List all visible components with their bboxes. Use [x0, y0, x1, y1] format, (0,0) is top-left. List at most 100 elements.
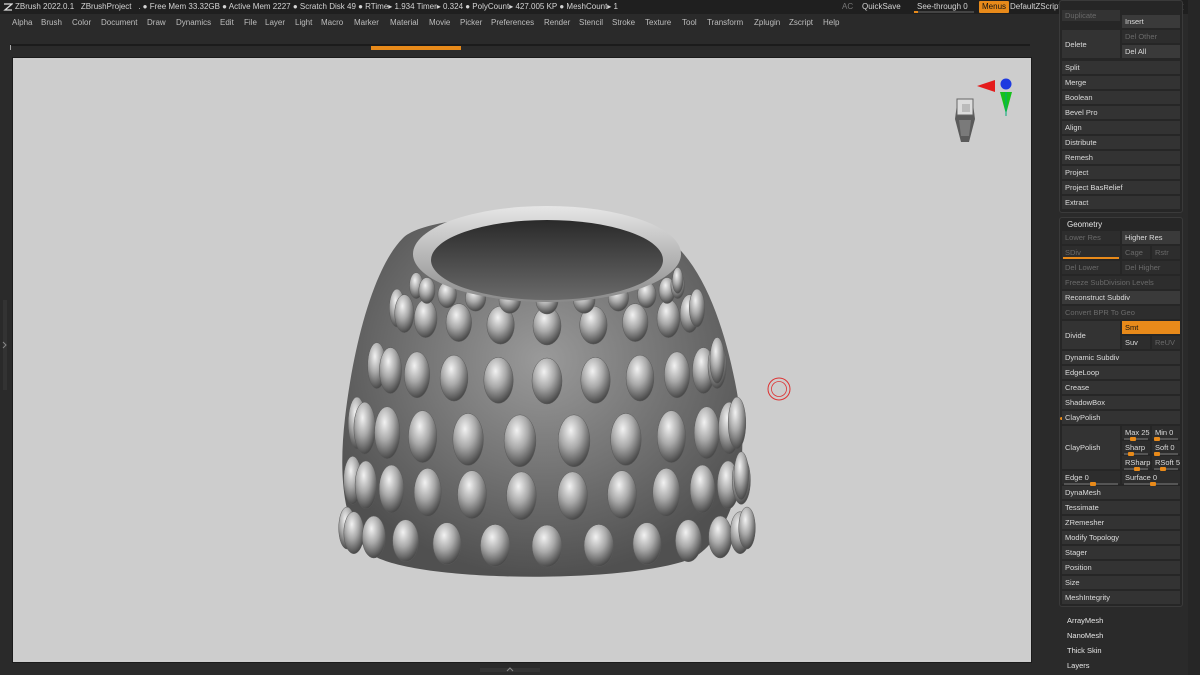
smt-toggle[interactable]: Smt: [1122, 321, 1180, 335]
mesh-lump: [506, 471, 537, 521]
menu-texture[interactable]: Texture: [645, 16, 671, 30]
reconstruct-subdiv-button[interactable]: Reconstruct Subdiv: [1062, 291, 1180, 305]
del-all-button[interactable]: Del All: [1122, 45, 1180, 59]
delete-button[interactable]: Delete: [1062, 30, 1120, 59]
menus-button[interactable]: Menus: [979, 1, 1010, 13]
boolean-button[interactable]: Boolean: [1062, 91, 1180, 105]
menu-brush[interactable]: Brush: [41, 16, 62, 30]
del-higher-button[interactable]: Del Higher: [1122, 261, 1180, 275]
rsoft-slider-track[interactable]: [1154, 467, 1178, 471]
menu-material[interactable]: Material: [390, 16, 418, 30]
sdiv-slider-track[interactable]: [1063, 257, 1119, 259]
canvas-viewport[interactable]: [12, 57, 1032, 663]
menu-color[interactable]: Color: [72, 16, 91, 30]
default-zscript-button[interactable]: DefaultZScript: [1010, 0, 1061, 14]
see-through-slider[interactable]: [914, 11, 974, 13]
menu-marker[interactable]: Marker: [354, 16, 379, 30]
crease-button[interactable]: Crease: [1062, 381, 1180, 395]
menu-alpha[interactable]: Alpha: [12, 16, 32, 30]
active-shelf-indicator[interactable]: [371, 46, 461, 50]
layers-subpalette[interactable]: Layers: [1067, 661, 1090, 670]
menu-render[interactable]: Render: [544, 16, 570, 30]
cage-button[interactable]: Cage: [1122, 246, 1150, 260]
quicksave-button[interactable]: QuickSave: [862, 0, 901, 14]
menu-stencil[interactable]: Stencil: [579, 16, 603, 30]
align-button[interactable]: Align: [1062, 121, 1180, 135]
menu-help[interactable]: Help: [823, 16, 839, 30]
mesh-lump: [374, 406, 401, 459]
menu-tool[interactable]: Tool: [682, 16, 697, 30]
arraymesh-subpalette[interactable]: ArrayMesh: [1067, 616, 1103, 625]
menu-zscript[interactable]: Zscript: [789, 16, 813, 30]
insert-button[interactable]: Insert: [1122, 15, 1180, 29]
menu-zplugin[interactable]: Zplugin: [754, 16, 780, 30]
del-other-button[interactable]: Del Other: [1122, 30, 1180, 44]
menu-transform[interactable]: Transform: [707, 16, 743, 30]
geometry-header[interactable]: Geometry: [1067, 220, 1102, 229]
surface-slider-track[interactable]: [1124, 482, 1178, 486]
mesh-lump: [689, 464, 716, 514]
modify-topology-subpalette[interactable]: Modify Topology: [1062, 531, 1180, 545]
menu-layer[interactable]: Layer: [265, 16, 285, 30]
nanomesh-subpalette[interactable]: NanoMesh: [1067, 631, 1103, 640]
right-tray-scrollbar[interactable]: [1188, 0, 1200, 675]
menu-file[interactable]: File: [244, 16, 257, 30]
duplicate-button[interactable]: Duplicate: [1062, 10, 1120, 22]
shadowbox-button[interactable]: ShadowBox: [1062, 396, 1180, 410]
meshintegrity-subpalette[interactable]: MeshIntegrity: [1062, 591, 1180, 605]
claypolish-toggle[interactable]: ClayPolish: [1062, 411, 1180, 425]
menu-edit[interactable]: Edit: [220, 16, 234, 30]
rsharp-slider-track[interactable]: [1124, 467, 1148, 471]
dynamic-subdiv-button[interactable]: Dynamic Subdiv: [1062, 351, 1180, 365]
mesh-lump: [408, 410, 438, 463]
min-slider-track[interactable]: [1154, 437, 1178, 441]
bottom-tray-handle[interactable]: [480, 667, 540, 673]
thick-skin-subpalette[interactable]: Thick Skin: [1067, 646, 1102, 655]
divide-button[interactable]: Divide: [1062, 321, 1120, 350]
suv-toggle[interactable]: Suv: [1122, 336, 1150, 350]
head-gizmo-icon[interactable]: [943, 74, 1013, 149]
menu-light[interactable]: Light: [295, 16, 312, 30]
split-button[interactable]: Split: [1062, 61, 1180, 75]
extract-button[interactable]: Extract: [1062, 196, 1180, 210]
merge-button[interactable]: Merge: [1062, 76, 1180, 90]
rstr-button[interactable]: Rstr: [1152, 246, 1180, 260]
bevel-pro-button[interactable]: Bevel Pro: [1062, 106, 1180, 120]
menu-macro[interactable]: Macro: [321, 16, 343, 30]
zremesher-subpalette[interactable]: ZRemesher: [1062, 516, 1180, 530]
menu-dynamics[interactable]: Dynamics: [176, 16, 211, 30]
menu-preferences[interactable]: Preferences: [491, 16, 534, 30]
freeze-subdivision-button[interactable]: Freeze SubDivision Levels: [1062, 276, 1180, 290]
remesh-button[interactable]: Remesh: [1062, 151, 1180, 165]
claypolish-button[interactable]: ClayPolish: [1062, 426, 1120, 470]
menu-document[interactable]: Document: [101, 16, 137, 30]
del-lower-button[interactable]: Del Lower: [1062, 261, 1120, 275]
dynamesh-subpalette[interactable]: DynaMesh: [1062, 486, 1180, 500]
project-button[interactable]: Project: [1062, 166, 1180, 180]
menu-stroke[interactable]: Stroke: [612, 16, 635, 30]
max-slider-track[interactable]: [1124, 437, 1148, 441]
distribute-button[interactable]: Distribute: [1062, 136, 1180, 150]
edgeloop-button[interactable]: EdgeLoop: [1062, 366, 1180, 380]
mesh-lump: [353, 401, 376, 455]
position-subpalette[interactable]: Position: [1062, 561, 1180, 575]
left-tray-handle[interactable]: [2, 300, 8, 390]
stager-subpalette[interactable]: Stager: [1062, 546, 1180, 560]
mesh-lump: [632, 522, 662, 565]
edge-slider-track[interactable]: [1064, 482, 1118, 486]
sharp-slider-track[interactable]: [1124, 452, 1148, 456]
ac-button[interactable]: AC: [842, 0, 853, 14]
sculpted-vase-mesh[interactable]: [13, 58, 1032, 663]
convert-bpr-button[interactable]: Convert BPR To Geo: [1062, 306, 1180, 320]
menu-draw[interactable]: Draw: [147, 16, 166, 30]
project-basrelief-button[interactable]: Project BasRelief: [1062, 181, 1180, 195]
reuv-button[interactable]: ReUV: [1152, 336, 1180, 350]
lower-res-button[interactable]: Lower Res: [1062, 231, 1120, 245]
menu-movie[interactable]: Movie: [429, 16, 450, 30]
soft-slider-track[interactable]: [1154, 452, 1178, 456]
mesh-lump: [689, 288, 705, 328]
size-subpalette[interactable]: Size: [1062, 576, 1180, 590]
tessimate-subpalette[interactable]: Tessimate: [1062, 501, 1180, 515]
higher-res-button[interactable]: Higher Res: [1122, 231, 1180, 245]
menu-picker[interactable]: Picker: [460, 16, 482, 30]
